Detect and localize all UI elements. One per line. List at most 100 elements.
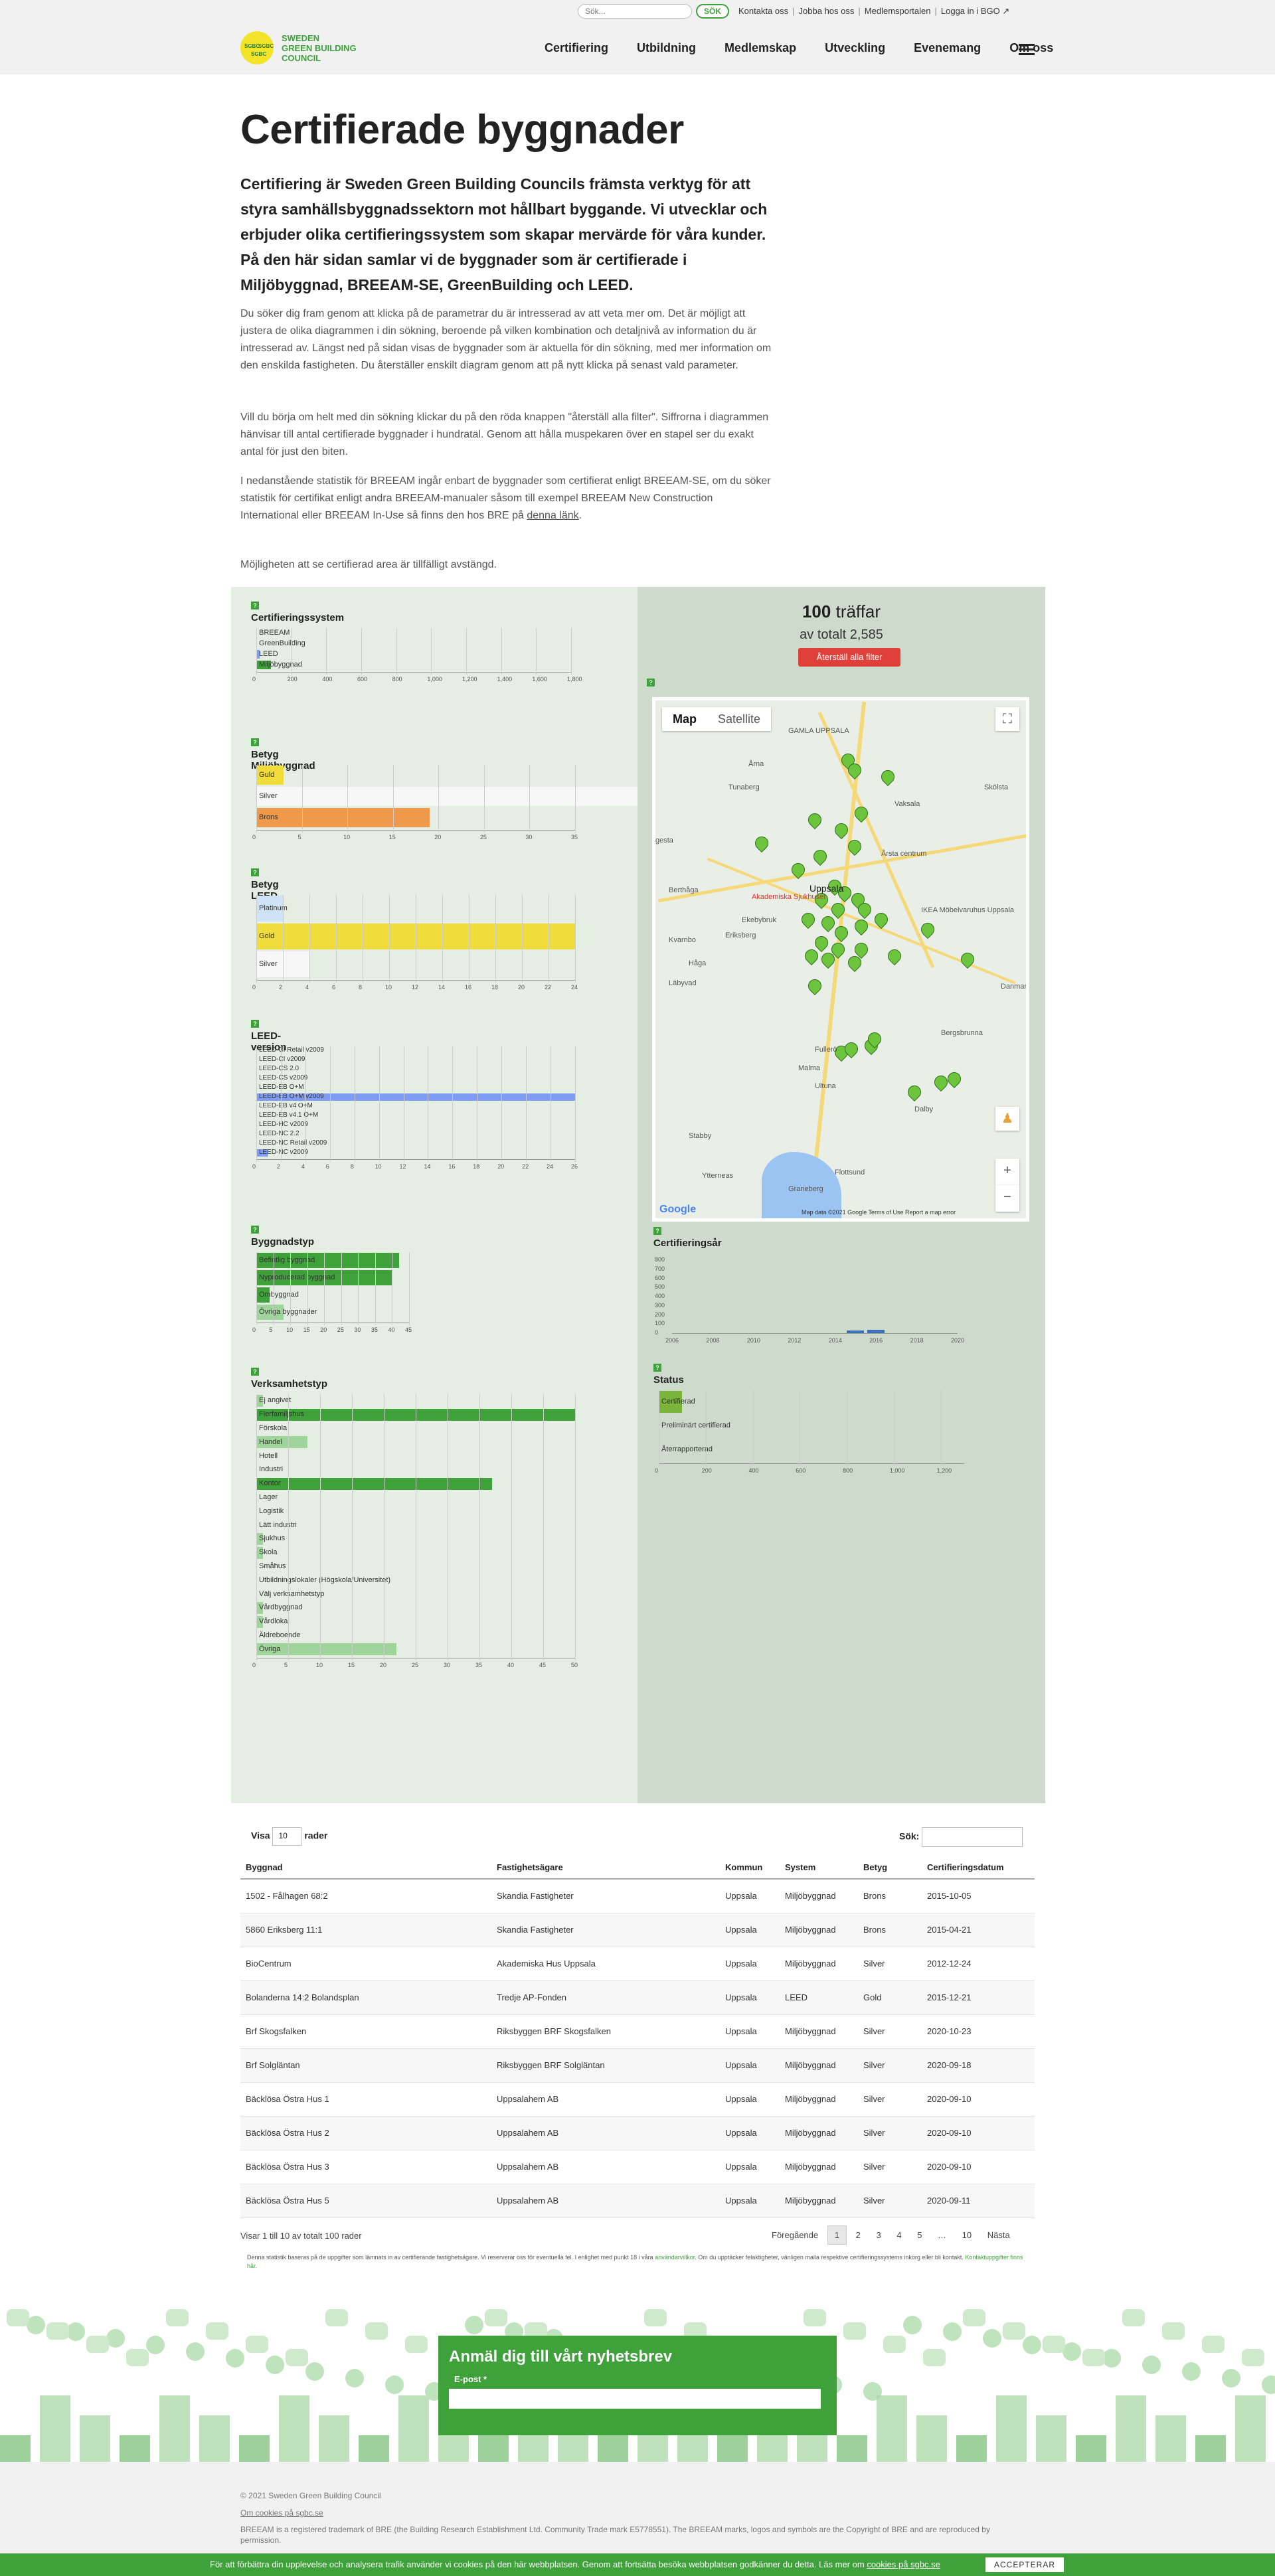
pager-page-1[interactable]: 1: [827, 2225, 847, 2245]
search-input[interactable]: [578, 4, 692, 19]
pager-previous[interactable]: Föregående: [765, 2226, 825, 2244]
help-icon[interactable]: ?: [251, 602, 259, 609]
map-marker[interactable]: [875, 913, 887, 927]
map-marker[interactable]: [831, 943, 843, 957]
map-marker[interactable]: [855, 920, 867, 934]
map-marker[interactable]: [835, 823, 847, 838]
year-bar[interactable]: [847, 1330, 865, 1333]
map-marker[interactable]: [848, 956, 860, 971]
help-icon[interactable]: ?: [251, 738, 259, 746]
nav-medlemskap[interactable]: Medlemskap: [724, 41, 796, 54]
map-marker[interactable]: [831, 903, 843, 918]
pager-page-2[interactable]: 2: [849, 2226, 867, 2244]
tab-map[interactable]: Map: [662, 707, 707, 731]
col-system[interactable]: System: [780, 1856, 858, 1880]
nav-utveckling[interactable]: Utveckling: [825, 41, 885, 54]
email-field[interactable]: [449, 2389, 821, 2409]
sgbc-logo[interactable]: SGBC SGBC SGBC SWEDEN GREEN BUILDING COU…: [240, 29, 373, 69]
page-length-select[interactable]: 10: [272, 1827, 302, 1846]
link-logga-in[interactable]: Logga in i BGO: [941, 6, 1000, 16]
map-marker[interactable]: [855, 807, 867, 821]
col-fastighetsagare[interactable]: Fastighetsägare: [491, 1856, 720, 1880]
map-marker[interactable]: [948, 1072, 960, 1087]
help-icon[interactable]: ?: [653, 1364, 661, 1372]
pegman-icon[interactable]: ♟: [995, 1107, 1019, 1131]
link-jobba-hos-oss[interactable]: Jobba hos oss: [799, 6, 855, 16]
tick-label: 10: [316, 1662, 323, 1669]
table-row[interactable]: Bäcklösa Östra Hus 3 Uppsalahem AB Uppsala…: [240, 2150, 1035, 2184]
map[interactable]: Map Satellite ⛶ ♟ + − Google Map data ©2…: [652, 697, 1029, 1222]
table-row[interactable]: Bäcklösa Östra Hus 5 Uppsalahem AB Uppsala…: [240, 2184, 1035, 2218]
link-kontakta-oss[interactable]: Kontakta oss: [738, 6, 788, 16]
map-marker[interactable]: [858, 903, 870, 918]
map-marker[interactable]: [848, 764, 860, 778]
table-row[interactable]: Brf Solgläntan Riksbyggen BRF Solgläntan U…: [240, 2048, 1035, 2083]
tree-illustration: [1062, 2342, 1081, 2361]
tab-satellite[interactable]: Satellite: [707, 707, 771, 731]
map-marker[interactable]: [805, 949, 817, 964]
fullscreen-icon[interactable]: ⛶: [995, 707, 1019, 731]
table-row[interactable]: Bolanderna 14:2 Bolandsplan Tredje AP-Fon…: [240, 1980, 1035, 2015]
year-bar[interactable]: [867, 1329, 885, 1333]
col-betyg[interactable]: Betyg: [858, 1856, 922, 1880]
bre-link[interactable]: denna länk: [527, 510, 578, 521]
help-icon[interactable]: ?: [251, 1226, 259, 1234]
map-marker[interactable]: [835, 926, 847, 941]
bar-label: LEED-NC v2009: [259, 1149, 308, 1156]
help-icon[interactable]: ?: [647, 679, 655, 686]
nav-evenemang[interactable]: Evenemang: [914, 41, 981, 54]
pager-page-10[interactable]: 10: [956, 2226, 978, 2244]
table-row[interactable]: 5860 Eriksberg 11:1 Skandia Fastigheter Up…: [240, 1913, 1035, 1947]
map-marker[interactable]: [888, 949, 900, 964]
table-row[interactable]: Bäcklösa Östra Hus 1 Uppsalahem AB Uppsala…: [240, 2082, 1035, 2117]
cookies-info-link[interactable]: Om cookies på sgbc.se: [240, 2508, 323, 2518]
table-row[interactable]: Brf Skogsfalken Riksbyggen BRF Skogsfalke…: [240, 2014, 1035, 2049]
table-search-input[interactable]: [922, 1827, 1023, 1847]
map-marker[interactable]: [808, 979, 820, 994]
map-marker[interactable]: [848, 840, 860, 854]
map-marker[interactable]: [921, 923, 933, 937]
email-label: E-post *: [454, 2374, 487, 2384]
pager-page-4[interactable]: 4: [890, 2226, 908, 2244]
map-marker[interactable]: [868, 1032, 880, 1047]
menu-icon[interactable]: [1019, 44, 1035, 55]
accept-cookies-button[interactable]: ACCEPTERAR: [985, 2557, 1064, 2572]
map-marker[interactable]: [961, 953, 973, 967]
nav-utbildning[interactable]: Utbildning: [637, 41, 696, 54]
bar[interactable]: [256, 1477, 493, 1490]
map-marker[interactable]: [855, 943, 867, 957]
map-marker[interactable]: [821, 916, 833, 931]
cookie-link[interactable]: cookies på sgbc.se: [867, 2559, 940, 2569]
map-marker[interactable]: [755, 837, 767, 851]
table-row[interactable]: 1502 - Fålhagen 68:2 Skandia Fastigheter U…: [240, 1879, 1035, 1913]
link-medlemsportalen[interactable]: Medlemsportalen: [865, 6, 931, 16]
pager-next[interactable]: Nästa: [981, 2226, 1017, 2244]
nav-certifiering[interactable]: Certifiering: [545, 41, 608, 54]
col-certifieringsdatum[interactable]: Certifieringsdatum: [922, 1856, 1035, 1880]
help-icon[interactable]: ?: [251, 868, 259, 876]
map-marker[interactable]: [908, 1086, 920, 1100]
table-row[interactable]: BioCentrum Akademiska Hus Uppsala Uppsala M…: [240, 1947, 1035, 1981]
help-icon[interactable]: ?: [251, 1020, 259, 1028]
col-byggnad[interactable]: Byggnad: [240, 1856, 491, 1880]
help-icon[interactable]: ?: [653, 1227, 661, 1235]
pager-page-3[interactable]: 3: [869, 2226, 887, 2244]
zoom-in-button[interactable]: +: [995, 1159, 1019, 1185]
help-icon[interactable]: ?: [251, 1368, 259, 1376]
bar[interactable]: [256, 808, 430, 827]
map-marker[interactable]: [934, 1076, 946, 1090]
map-marker[interactable]: [792, 863, 804, 878]
map-marker[interactable]: [802, 913, 813, 927]
pager-page-5[interactable]: 5: [910, 2226, 928, 2244]
map-marker[interactable]: [845, 1042, 857, 1057]
map-marker[interactable]: [881, 770, 893, 785]
table-row[interactable]: Bäcklösa Östra Hus 2 Uppsalahem AB Uppsala…: [240, 2116, 1035, 2150]
map-marker[interactable]: [808, 813, 820, 828]
reset-all-filters-button[interactable]: Återställ alla filter: [798, 648, 900, 667]
map-marker[interactable]: [813, 850, 825, 864]
zoom-out-button[interactable]: −: [995, 1185, 1019, 1212]
terms-link[interactable]: användarvillkor: [655, 2254, 695, 2261]
search-button[interactable]: SÖK: [696, 4, 729, 19]
col-kommun[interactable]: Kommun: [720, 1856, 780, 1880]
map-marker[interactable]: [815, 936, 827, 951]
